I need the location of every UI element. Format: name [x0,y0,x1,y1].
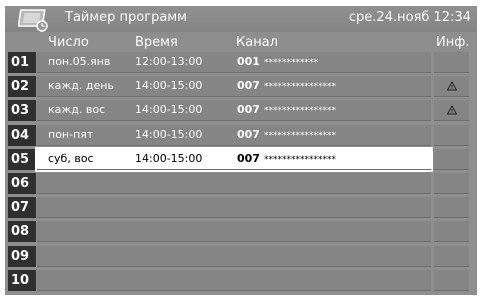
row-number: 09 [8,245,36,267]
row-channel: 007 **************** [237,128,336,141]
row-day: суб, вос [48,151,94,165]
row-number: 01 [8,52,36,73]
row-content[interactable] [37,221,431,243]
row-info [434,76,469,98]
page-title: Таймер программ [65,10,187,25]
timer-row-04[interactable]: 04 пон-пят 14:00-15:00 007 **************** [5,124,477,146]
row-number: 06 [8,173,36,194]
row-channel [237,224,241,237]
timer-row-07[interactable]: 07 [5,197,477,219]
warning-triangle-icon [447,81,457,91]
row-content[interactable]: суб, вос 14:00-15:00 007 **************** [35,146,433,172]
row-content[interactable]: кажд. день 14:00-15:00 007 **************** [37,76,431,98]
row-info [434,269,469,291]
row-info [434,100,469,122]
channel-number: 007 [237,127,260,141]
row-info [434,124,469,146]
row-number: 07 [8,197,36,219]
row-number: 04 [8,124,36,146]
row-day: кажд. день [48,79,114,93]
row-number: 08 [8,221,36,243]
row-content[interactable]: кажд. вос 14:00-15:00 007 **************** [37,100,431,122]
timer-screen-icon [18,9,48,32]
timer-screen: Таймер программ сре.24.нояб 12:34 Число … [5,6,477,295]
row-content[interactable] [37,269,431,291]
timer-row-01[interactable]: 01 пон.05.янв 12:00-13:00 001 ************ [5,52,477,73]
timer-row-03[interactable]: 03 кажд. вос 14:00-15:00 007 ***************… [5,100,477,122]
row-channel [237,249,241,262]
row-day: пон.05.янв [48,55,111,68]
row-content[interactable] [37,245,431,267]
channel-number: 001 [237,55,260,68]
row-number: 10 [8,269,36,291]
channel-name: **************** [263,154,336,165]
row-time: 14:00-15:00 [135,127,203,141]
row-channel: 007 **************** [237,79,336,92]
timer-row-05[interactable]: 05 суб, вос 14:00-15:00 007 **************** [5,146,477,172]
row-info [434,245,469,267]
row-channel [237,176,241,189]
channel-name: **************** [263,82,336,93]
row-number: 02 [8,76,36,98]
row-day: кажд. вос [48,103,106,117]
row-day: пон-пят [48,127,94,141]
column-channel: Канал [236,35,278,50]
timer-row-08[interactable]: 08 [5,221,477,243]
row-number: 05 [8,148,36,170]
column-date: Число [48,35,89,50]
row-content[interactable]: пон.05.янв 12:00-13:00 001 ************ [37,52,431,73]
datetime-display: сре.24.нояб 12:34 [348,10,471,25]
row-time: 14:00-15:00 [135,103,203,117]
timer-row-10[interactable]: 10 [5,269,477,291]
row-time: 12:00-13:00 [135,55,203,68]
column-headers: Число Время Канал Инф. [5,32,477,52]
row-channel [237,200,241,213]
channel-name: **************** [263,130,336,141]
column-info: Инф. [436,35,470,50]
row-channel [237,273,241,286]
row-info [434,52,469,73]
row-time: 14:00-15:00 [135,151,203,165]
row-info [434,221,469,243]
header-bar: Таймер программ сре.24.нояб 12:34 [5,6,477,32]
timer-row-06[interactable]: 06 [5,173,477,194]
row-info [434,197,469,219]
channel-number: 007 [237,103,260,117]
timer-row-02[interactable]: 02 кажд. день 14:00-15:00 007 **************… [5,76,477,98]
row-time: 14:00-15:00 [135,79,203,93]
channel-number: 007 [237,79,260,93]
row-content[interactable]: пон-пят 14:00-15:00 007 **************** [37,124,431,146]
channel-name: **************** [263,106,336,117]
row-channel: 007 **************** [237,103,336,116]
channel-name: ************ [263,58,318,68]
column-time: Время [135,35,178,50]
warning-triangle-icon [447,105,457,115]
row-content[interactable] [37,173,431,194]
row-info [434,148,469,170]
row-content[interactable] [37,197,431,219]
row-channel: 001 ************ [237,55,318,68]
row-info [434,173,469,194]
row-channel: 007 **************** [237,152,336,165]
channel-number: 007 [237,151,260,165]
timer-row-09[interactable]: 09 [5,245,477,267]
row-number: 03 [8,100,36,122]
